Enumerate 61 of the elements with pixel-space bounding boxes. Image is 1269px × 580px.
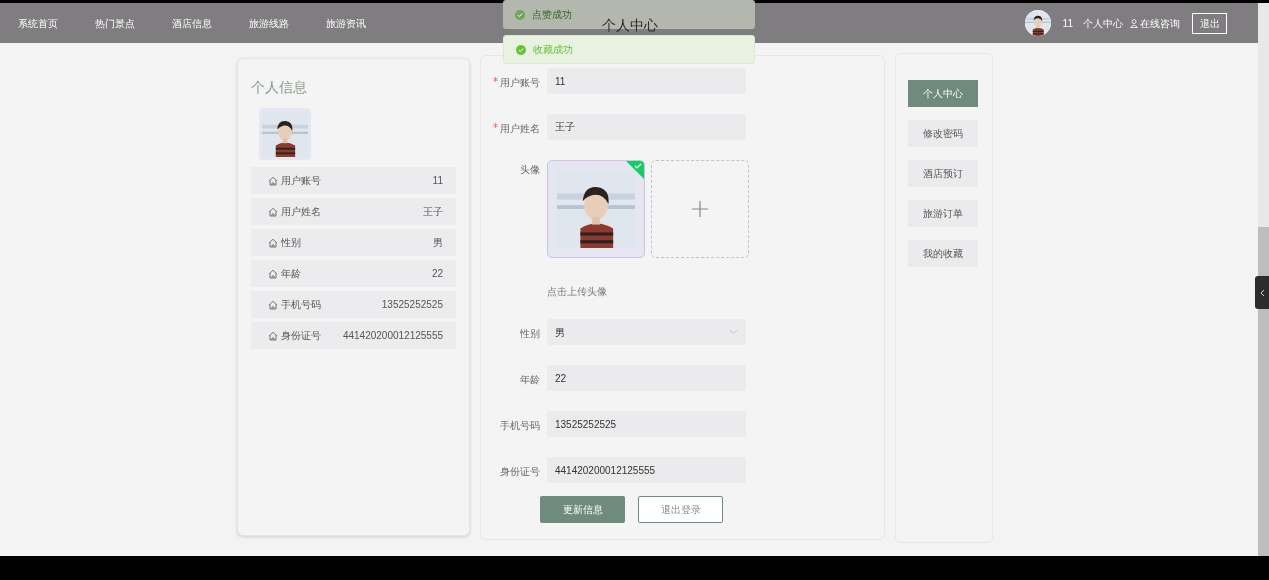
field-label: 用户账号 (500, 75, 540, 90)
toast-text: 收藏成功 (533, 43, 573, 57)
field-label: 身份证号 (500, 464, 540, 479)
info-label: 用户姓名 (281, 205, 321, 219)
info-value: 11 (432, 174, 443, 188)
logout-button[interactable]: 退出 (1192, 12, 1227, 34)
success-icon (516, 44, 526, 55)
form-button[interactable]: 更新信息 (540, 496, 625, 523)
home-icon (268, 237, 278, 248)
side-menu-item[interactable]: 个人中心 (908, 80, 978, 107)
check-corner-icon (626, 161, 644, 179)
upload-hint: 点击上传头像 (547, 285, 608, 299)
nav-link[interactable]: 旅游资讯 (326, 15, 366, 31)
field-label: 手机号码 (500, 418, 540, 433)
card-title: 个人信息 (251, 78, 308, 97)
home-icon (268, 175, 278, 186)
side-menu-item[interactable]: 修改密码 (908, 120, 978, 147)
info-label: 手机号码 (281, 298, 321, 312)
field-label: 年龄 (520, 372, 540, 387)
home-icon (268, 330, 278, 341)
username: 11 (1062, 16, 1073, 31)
home-icon (268, 299, 278, 310)
nav-link[interactable]: 在线咨询 (1140, 15, 1180, 31)
info-value: 王子 (423, 205, 443, 219)
text-field[interactable]: 王子 (547, 114, 746, 140)
side-menu-item[interactable]: 酒店预订 (908, 160, 978, 187)
field-label: 头像 (520, 163, 540, 177)
chevron-down-icon (729, 329, 738, 335)
info-label: 用户账号 (281, 174, 321, 188)
home-icon (268, 206, 278, 217)
chevron-left-icon (1259, 288, 1265, 297)
field-label: 用户姓名 (500, 121, 540, 136)
info-value: 22 (431, 267, 443, 281)
info-label: 性别 (281, 236, 301, 250)
nav-link[interactable]: 个人中心 (1083, 15, 1123, 31)
nav-link[interactable]: 旅游线路 (249, 15, 289, 31)
plus-icon (692, 201, 708, 217)
text-field[interactable]: 11 (547, 68, 746, 94)
info-label: 年龄 (281, 267, 301, 281)
select-field[interactable]: 男 (547, 319, 746, 345)
home-icon (268, 268, 278, 279)
nav-link[interactable]: 热门景点 (95, 15, 135, 31)
nav-link[interactable]: 酒店信息 (172, 15, 212, 31)
text-field[interactable]: 22 (547, 365, 746, 391)
toast-text: 点赞成功 (532, 8, 572, 22)
text-field[interactable]: 13525252525 (547, 411, 746, 437)
form-button[interactable]: 退出登录 (638, 496, 723, 523)
info-value: 男 (433, 236, 443, 250)
nav-link[interactable]: 系统首页 (18, 15, 58, 31)
success-icon (515, 9, 525, 20)
side-menu-item[interactable]: 旅游订单 (908, 200, 978, 227)
collapse-tab[interactable] (1255, 276, 1269, 309)
user-icon (1130, 18, 1138, 28)
user-avatar[interactable] (1024, 10, 1051, 36)
page-title: 个人中心 (602, 17, 658, 33)
side-menu-item[interactable]: 我的收藏 (908, 240, 978, 267)
text-field[interactable]: 441420200012125555 (547, 457, 746, 483)
info-value: 13525252525 (381, 298, 443, 312)
info-value: 441420200012125555 (342, 329, 443, 343)
field-label: 性别 (520, 326, 540, 341)
info-label: 身份证号 (281, 329, 321, 343)
